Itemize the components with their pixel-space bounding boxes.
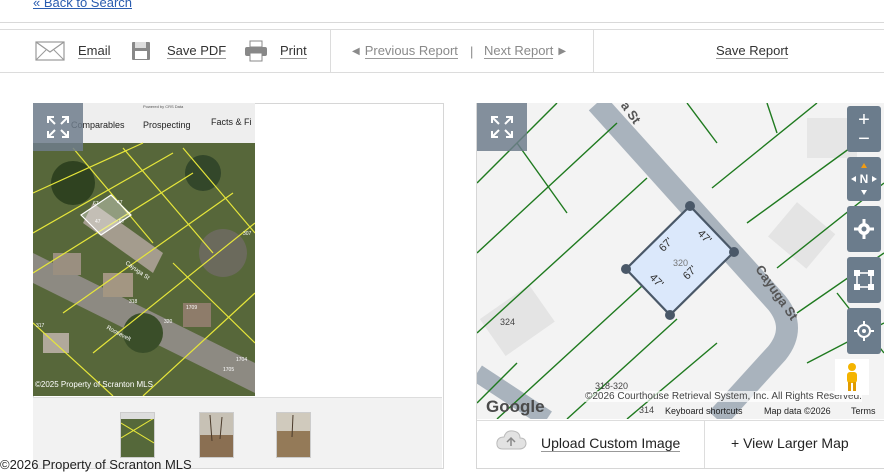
save-report-label: Save Report [716,42,789,59]
next-report-label: Next Report [484,42,554,59]
footer-copyright: ©2026 Property of Scranton MLS [0,457,192,472]
photo-lot-dim: 67 [119,219,125,225]
zoom-out-button[interactable]: − [858,128,870,150]
email-label: Email [78,42,111,59]
photo-lot-dim: 67 [93,201,99,207]
thumbnail-image [277,413,310,457]
thumbnail-image [120,413,155,457]
footer-divider [704,421,705,468]
photo-copyright: ©2025 Property of Scranton MLS [35,380,153,389]
compass-control[interactable]: N [847,157,881,201]
keyboard-shortcuts-link[interactable]: Keyboard shortcuts [665,406,743,416]
upload-cloud-icon [495,429,527,451]
compass-north-label: N [859,172,869,186]
floppy-disk-icon [132,42,150,60]
photo-lot-number: 318 [129,299,138,305]
bounding-box-icon [854,270,874,290]
back-to-search-link[interactable]: « Back to Search [33,0,132,10]
save-report-button[interactable]: Save Report [716,30,789,72]
map-neighbor-lot: 318-320 [595,381,629,391]
email-button[interactable]: Email [35,30,111,72]
chevron-left-icon: ◀ [352,45,360,57]
parcel-map[interactable]: a St Cayuga St 320 67' 47' 47' 67' 324 3… [477,103,884,419]
photo-lot-number: 320 [164,319,173,325]
map-neighbor-lot: 324 [500,317,516,327]
minus-icon: − [858,128,870,150]
terms-link[interactable]: Terms [851,406,876,416]
view-larger-map-button[interactable]: + View Larger Map [731,435,849,451]
crosshair-icon [854,321,874,341]
google-logo: Google [486,397,545,416]
photo-lot-number: 1705 [223,367,235,373]
street-view-pegman[interactable] [835,359,869,395]
pegman-icon [847,363,857,391]
map-data-link[interactable]: Map data ©2026 [764,406,831,416]
thumbnail-aerial[interactable] [120,412,155,458]
toolbar-divider [330,30,331,72]
printer-icon [245,40,267,62]
chevron-right-icon: ▶ [558,45,567,57]
photo-tab-facts: Facts & Fi [211,117,252,127]
map-footer: Upload Custom Image + View Larger Map [477,420,884,468]
aerial-photo[interactable]: Comparables Prospecting Facts & Fi Power… [33,103,255,396]
thumbnail-lot-photo[interactable] [276,412,311,458]
gear-icon [854,219,874,239]
photo-lot-dim: 47 [95,219,101,225]
photo-lot-dim: 47 [117,200,123,206]
photo-powered-by: Powered by CRS Data [143,104,184,109]
map-copyright: ©2026 Courthouse Retrieval System, Inc. … [585,391,862,402]
save-pdf-label: Save PDF [167,42,227,59]
next-report-button[interactable]: Next Report ▶ [484,30,566,72]
photo-lot-number: 307 [243,231,252,237]
upload-custom-image-button[interactable]: Upload Custom Image [541,436,681,452]
report-toolbar: Email Save PDF Print ◀ Previous Report |… [0,29,884,73]
map-settings-button[interactable] [847,206,881,252]
divider [0,22,884,23]
thumbnail-image [200,413,233,457]
photo-expand-button[interactable] [33,103,83,151]
photo-lot-number: 317 [36,323,45,329]
map-bounds-button[interactable] [847,257,881,303]
envelope-icon [35,41,65,61]
map-lot-number: 320 [673,258,689,268]
expand-icon [47,116,69,138]
photo-lot-number: 1709 [186,305,198,311]
nav-separator: | [470,43,474,59]
zoom-in-button[interactable]: + [858,110,870,130]
thumbnail-lot-photo[interactable] [199,412,234,458]
map-neighbor-lot: 314 [639,405,655,415]
print-label: Print [280,42,307,59]
save-pdf-button[interactable]: Save PDF [131,30,227,72]
photo-lot-number: 1704 [236,357,248,363]
map-locate-button[interactable] [847,308,881,354]
print-button[interactable]: Print [244,30,307,72]
toolbar-divider [593,30,594,72]
expand-icon [491,116,513,138]
previous-report-button[interactable]: ◀ Previous Report [352,30,458,72]
previous-report-label: Previous Report [364,42,458,59]
map-expand-button[interactable] [477,103,527,151]
photo-tab-prospecting: Prospecting [143,120,191,130]
zoom-control: + − [847,106,881,152]
